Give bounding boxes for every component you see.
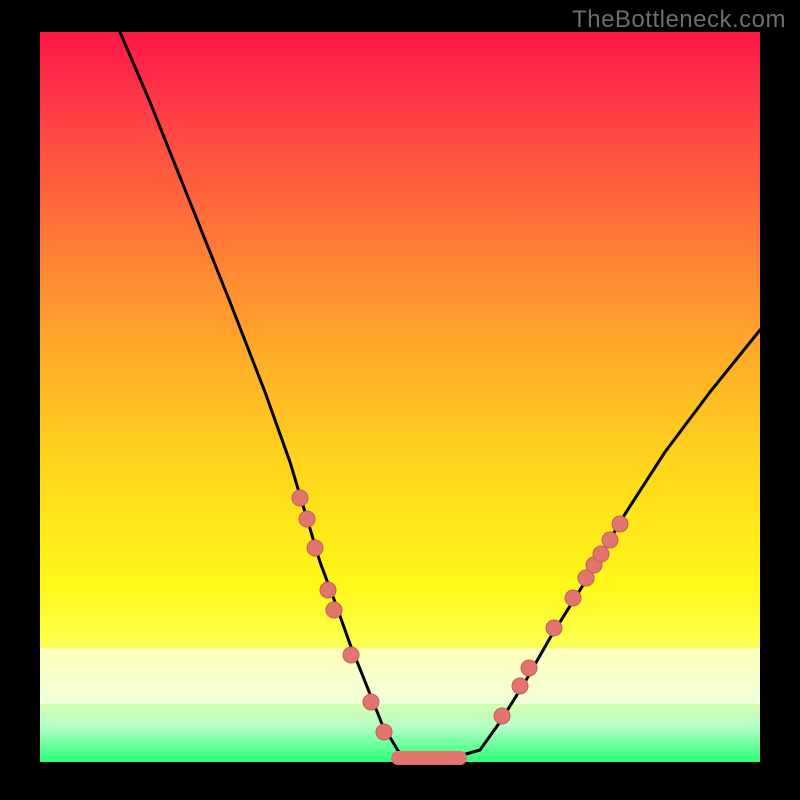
data-marker-left <box>307 540 323 556</box>
data-marker-right <box>512 678 528 694</box>
data-marker-left <box>326 602 342 618</box>
watermark-text: TheBottleneck.com <box>572 6 786 34</box>
data-marker-right <box>521 660 537 676</box>
data-marker-right <box>546 620 562 636</box>
data-marker-right <box>565 590 581 606</box>
data-marker-left <box>320 582 336 598</box>
app-frame: TheBottleneck.com <box>0 0 800 800</box>
data-marker-left <box>376 724 392 740</box>
plot-area <box>40 32 760 762</box>
bottleneck-curve <box>120 32 760 758</box>
bottleneck-chart <box>40 32 760 762</box>
data-marker-left <box>363 694 379 710</box>
data-marker-left <box>299 511 315 527</box>
data-marker-left <box>292 490 308 506</box>
data-marker-right <box>602 532 618 548</box>
data-marker-right <box>494 708 510 724</box>
data-marker-left <box>343 647 359 663</box>
data-marker-right <box>593 546 609 562</box>
data-marker-right <box>612 516 628 532</box>
